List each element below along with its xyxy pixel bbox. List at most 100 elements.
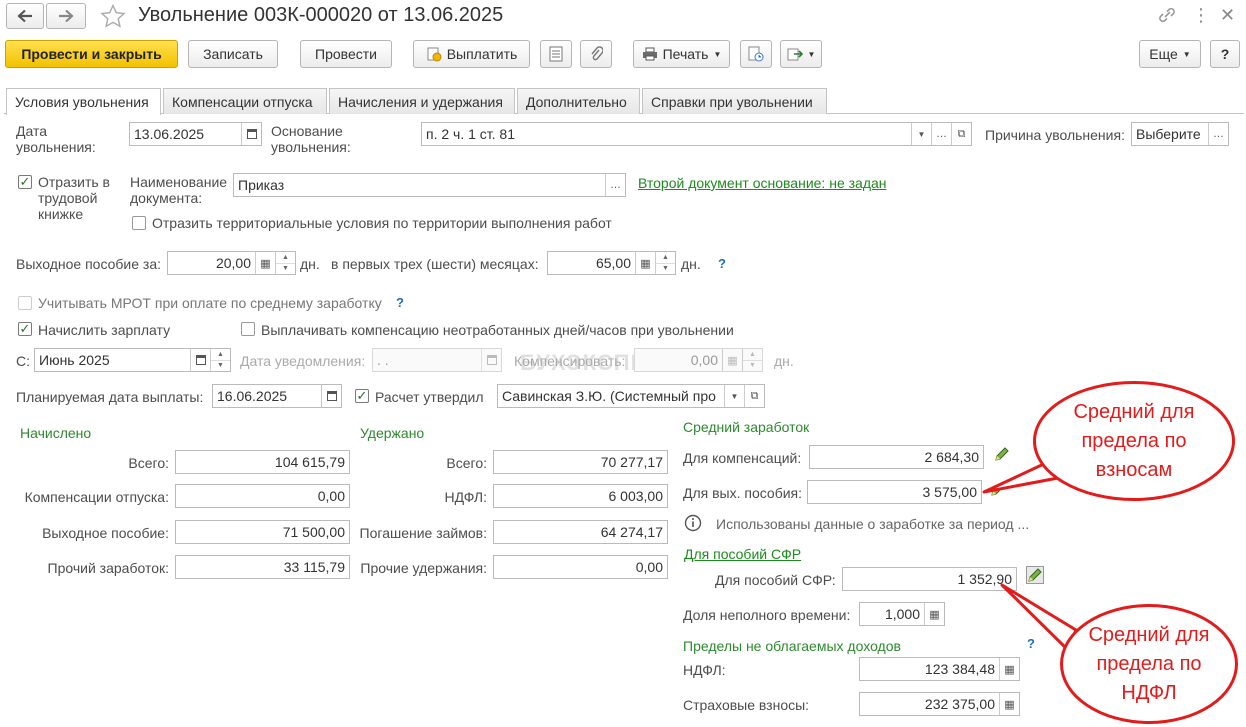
withheld-loans-field[interactable]: 64 274,17 xyxy=(493,520,668,544)
avg-sfr-field[interactable]: 1 352,90 xyxy=(842,567,1017,591)
calculator-icon[interactable]: ▦ xyxy=(924,603,944,625)
accrued-other-field[interactable]: 33 115,79 xyxy=(175,555,350,579)
info-icon xyxy=(684,514,702,532)
ellipsis-icon[interactable]: … xyxy=(605,174,625,196)
limits-insurance-field[interactable]: 232 375,00 ▦ xyxy=(859,692,1020,716)
chevron-down-icon: ▼ xyxy=(807,49,816,59)
calc-approved-label: Расчет утвердил xyxy=(375,389,484,405)
create-document-icon xyxy=(787,48,803,61)
planned-pay-date-field[interactable]: 16.06.2025 xyxy=(212,384,342,408)
print-button[interactable]: Печать ▼ xyxy=(633,40,730,68)
help-question-icon[interactable]: ? xyxy=(396,295,404,311)
part-time-field[interactable]: 1,000 ▦ xyxy=(859,602,945,626)
save-button[interactable]: Записать xyxy=(188,40,278,68)
spinner: ▲ ▼ xyxy=(742,349,762,371)
severance-days-field[interactable]: 20,00 ▦ ▲ ▼ xyxy=(167,251,296,275)
tab-dismissal-conditions[interactable]: Условия увольнения xyxy=(6,88,161,115)
calculator-icon[interactable]: ▦ xyxy=(635,252,655,274)
open-icon[interactable]: ⧉ xyxy=(951,123,971,145)
part-time-label: Доля неполного времени: xyxy=(683,607,851,623)
pay-button[interactable]: Выплатить xyxy=(413,40,530,68)
pencil-icon[interactable] xyxy=(990,481,1006,497)
calendar-icon[interactable] xyxy=(321,385,341,407)
calc-approved-by-field[interactable]: Савинская З.Ю. (Системный про ▼ ⧉ xyxy=(497,384,765,408)
second-doc-basis-link[interactable]: Второй документ основание: не задан xyxy=(638,175,887,191)
create-based-on-button[interactable]: ▼ xyxy=(780,40,822,68)
calendar-icon[interactable] xyxy=(241,123,261,145)
withheld-loans-label: Погашение займов: xyxy=(359,525,487,541)
calculator-icon[interactable]: ▦ xyxy=(999,693,1019,715)
more-button-label: Еще xyxy=(1149,46,1178,62)
accrued-total-field[interactable]: 104 615,79 xyxy=(175,450,350,474)
accrued-vacation-field[interactable]: 0,00 xyxy=(175,484,350,508)
pencil-icon[interactable] xyxy=(994,446,1010,462)
star-icon[interactable] xyxy=(100,4,126,28)
tab-vacation-compensation[interactable]: Компенсации отпуска xyxy=(163,88,327,114)
post-button[interactable]: Провести xyxy=(300,40,392,68)
territorial-conditions-checkbox[interactable] xyxy=(132,216,146,230)
help-button[interactable]: ? xyxy=(1210,40,1240,68)
calculator-icon[interactable]: ▦ xyxy=(999,658,1019,680)
spinner[interactable]: ▲ ▼ xyxy=(275,252,295,274)
accrued-severance-label: Выходное пособие: xyxy=(42,525,169,541)
report-button[interactable] xyxy=(740,40,772,68)
help-question-icon[interactable]: ? xyxy=(718,256,726,272)
sfr-benefits-link[interactable]: Для пособий СФР xyxy=(684,546,801,562)
spinner[interactable]: ▲ ▼ xyxy=(655,252,675,274)
list-icon xyxy=(549,46,563,62)
journal-button[interactable] xyxy=(540,40,572,68)
pay-compensation-checkbox[interactable] xyxy=(241,322,255,336)
doc-name-field[interactable]: Приказ … xyxy=(233,173,626,197)
forward-button[interactable] xyxy=(46,3,86,29)
reason-field[interactable]: Выберите … xyxy=(1131,122,1229,146)
more-button[interactable]: Еще ▼ xyxy=(1139,40,1201,68)
pencil-icon[interactable] xyxy=(1026,566,1044,584)
pay-compensation-label: Выплачивать компенсацию неотработанных д… xyxy=(261,322,734,338)
from-period-field[interactable]: Июнь 2025 ▲ ▼ xyxy=(34,348,231,372)
post-and-close-button[interactable]: Провести и закрыть xyxy=(5,40,178,68)
link-icon[interactable] xyxy=(1157,6,1177,24)
accrued-severance-field[interactable]: 71 500,00 xyxy=(175,520,350,544)
more-vert-icon[interactable]: ⋮ xyxy=(1192,3,1210,27)
dismiss-date-label: Дата увольнения: xyxy=(16,123,96,155)
tab-additional[interactable]: Дополнительно xyxy=(517,88,640,114)
spinner[interactable]: ▲ ▼ xyxy=(210,349,230,371)
open-icon[interactable]: ⧉ xyxy=(744,385,764,407)
withheld-title: Удержано xyxy=(360,425,425,441)
calendar-icon[interactable] xyxy=(190,349,210,371)
tab-accruals-deductions[interactable]: Начисления и удержания xyxy=(329,88,515,114)
accrue-salary-checkbox[interactable]: ✓ xyxy=(18,322,32,336)
dismiss-date-field[interactable]: 13.06.2025 xyxy=(129,122,262,146)
avg-info-text[interactable]: Использованы данные о заработке за перио… xyxy=(716,516,1029,532)
reflect-in-workbook-checkbox[interactable]: ✓ xyxy=(18,175,32,189)
coins-icon xyxy=(427,47,442,62)
basis-field[interactable]: п. 2 ч. 1 ст. 81 ▼ … ⧉ xyxy=(421,122,972,146)
notice-date-label: Дата уведомления: xyxy=(240,353,366,369)
avg-severance-field[interactable]: 3 575,00 xyxy=(807,480,982,504)
back-button[interactable] xyxy=(6,3,44,29)
ellipsis-icon[interactable]: … xyxy=(1208,123,1228,145)
calendar-icon xyxy=(481,349,501,371)
chevron-down-icon: ▼ xyxy=(713,49,722,59)
first-months-days-field[interactable]: 65,00 ▦ ▲ ▼ xyxy=(547,251,676,275)
close-icon[interactable]: ✕ xyxy=(1220,3,1235,27)
withheld-ndfl-field[interactable]: 6 003,00 xyxy=(493,484,668,508)
calc-approved-checkbox[interactable]: ✓ xyxy=(355,389,369,403)
print-button-label: Печать xyxy=(662,46,709,62)
help-question-icon[interactable]: ? xyxy=(1027,636,1035,652)
attachments-button[interactable] xyxy=(580,40,612,68)
limits-ndfl-label: НДФЛ: xyxy=(683,662,726,678)
territorial-conditions-label: Отразить территориальные условия по терр… xyxy=(152,215,612,231)
chevron-down-icon[interactable]: ▼ xyxy=(911,123,931,145)
calculator-icon[interactable]: ▦ xyxy=(255,252,275,274)
ellipsis-icon[interactable]: … xyxy=(931,123,951,145)
limits-ndfl-field[interactable]: 123 384,48 ▦ xyxy=(859,657,1020,681)
mrot-checkbox[interactable] xyxy=(18,296,32,310)
tab-dismissal-certificates[interactable]: Справки при увольнении xyxy=(642,88,827,114)
chevron-down-icon[interactable]: ▼ xyxy=(724,385,744,407)
compensate-field: 0,00 ▦ ▲ ▼ xyxy=(634,348,763,372)
days-unit: дн. xyxy=(300,256,320,272)
withheld-other-field[interactable]: 0,00 xyxy=(493,555,668,579)
withheld-total-field[interactable]: 70 277,17 xyxy=(493,450,668,474)
avg-comp-field[interactable]: 2 684,30 xyxy=(809,445,984,469)
